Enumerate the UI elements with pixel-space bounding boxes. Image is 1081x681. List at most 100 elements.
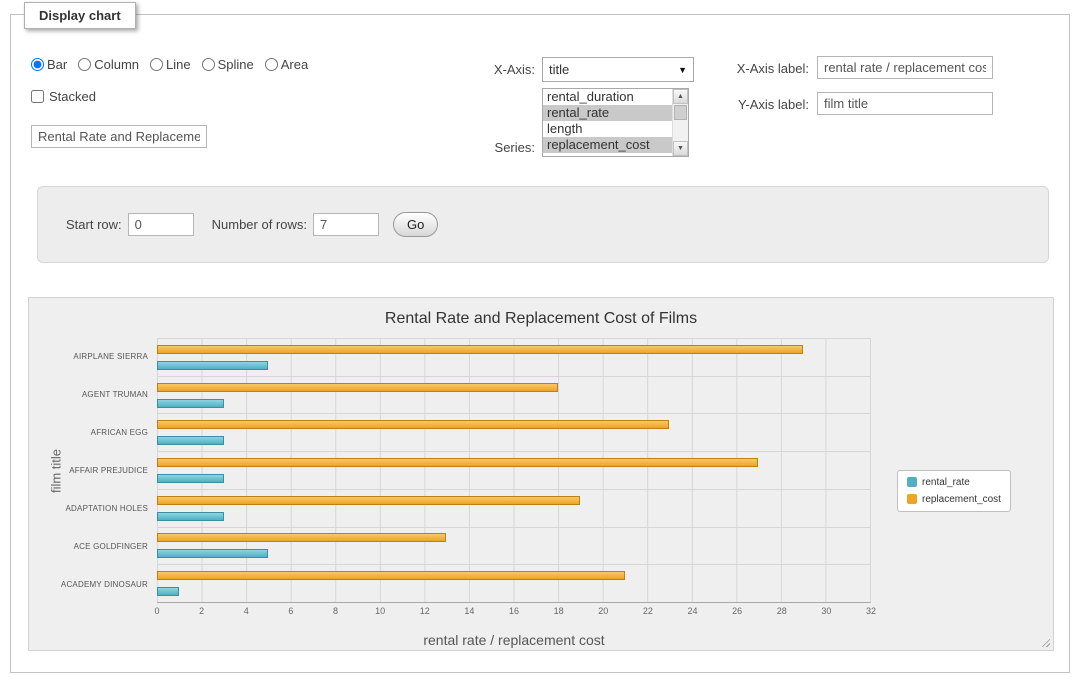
rows-panel: Start row: Number of rows: Go bbox=[37, 186, 1049, 263]
y-category-label: AFFAIR PREJUDICE bbox=[71, 452, 157, 490]
stacked-option[interactable]: Stacked bbox=[31, 89, 96, 104]
chart-type-area[interactable]: Area bbox=[265, 57, 308, 72]
y-category-label: ACADEMY DINOSAUR bbox=[71, 565, 157, 603]
chart-type-label: Spline bbox=[218, 57, 254, 72]
bar-replacement_cost bbox=[157, 458, 758, 467]
bar-rental_rate bbox=[157, 399, 224, 408]
x-tick-label: 32 bbox=[866, 606, 876, 616]
y-axis-label-input[interactable] bbox=[817, 92, 993, 115]
fieldset-legend: Display chart bbox=[24, 2, 136, 29]
chart-legend: rental_rate replacement_cost bbox=[897, 470, 1011, 512]
x-tick-label: 30 bbox=[821, 606, 831, 616]
chart-type-label: Line bbox=[166, 57, 191, 72]
bar-row bbox=[157, 414, 870, 452]
chart-type-radio[interactable] bbox=[31, 58, 44, 71]
y-category-label: AIRPLANE SIERRA bbox=[71, 338, 157, 376]
chart-type-label: Area bbox=[281, 57, 308, 72]
chart-type-line[interactable]: Line bbox=[150, 57, 191, 72]
series-option[interactable]: replacement_cost bbox=[543, 137, 672, 153]
bar-rental_rate bbox=[157, 436, 224, 445]
chart-title-input[interactable] bbox=[31, 125, 207, 148]
chart-type-group: Bar Column Line Spline Area bbox=[31, 57, 308, 72]
x-axis-title: rental rate / replacement cost bbox=[157, 632, 871, 648]
chart-type-radio[interactable] bbox=[202, 58, 215, 71]
x-tick-label: 26 bbox=[732, 606, 742, 616]
y-category-label: ACE GOLDFINGER bbox=[71, 527, 157, 565]
num-rows-label: Number of rows: bbox=[212, 217, 307, 232]
num-rows-input[interactable] bbox=[313, 213, 379, 236]
chart-type-label: Bar bbox=[47, 57, 67, 72]
x-axis-label-label: X-Axis label: bbox=[697, 61, 809, 76]
legend-label: replacement_cost bbox=[922, 494, 1001, 505]
bar-rental_rate bbox=[157, 474, 224, 483]
stacked-label: Stacked bbox=[49, 89, 96, 104]
bar-row bbox=[157, 490, 870, 528]
x-tick-label: 28 bbox=[777, 606, 787, 616]
x-tick-label: 8 bbox=[333, 606, 338, 616]
series-option[interactable]: rental_rate bbox=[543, 105, 672, 121]
chart-ylabels: AIRPLANE SIERRAAGENT TRUMANAFRICAN EGGAF… bbox=[71, 338, 157, 603]
y-axis-label-label: Y-Axis label: bbox=[697, 97, 809, 112]
bar-replacement_cost bbox=[157, 496, 580, 505]
x-tick-label: 6 bbox=[288, 606, 293, 616]
bar-replacement_cost bbox=[157, 345, 803, 354]
x-tick-label: 2 bbox=[199, 606, 204, 616]
bar-replacement_cost bbox=[157, 533, 446, 542]
legend-label: rental_rate bbox=[922, 477, 970, 488]
x-tick-label: 20 bbox=[598, 606, 608, 616]
chart-type-spline[interactable]: Spline bbox=[202, 57, 254, 72]
y-category-label: AFRICAN EGG bbox=[71, 414, 157, 452]
x-tick-label: 4 bbox=[244, 606, 249, 616]
x-tick-label: 16 bbox=[509, 606, 519, 616]
bar-rental_rate bbox=[157, 361, 268, 370]
x-tick-label: 24 bbox=[687, 606, 697, 616]
chart-type-radio[interactable] bbox=[150, 58, 163, 71]
go-button[interactable]: Go bbox=[393, 212, 438, 237]
bar-row bbox=[157, 377, 870, 415]
resize-grip[interactable] bbox=[1039, 636, 1050, 647]
x-tick-label: 10 bbox=[375, 606, 385, 616]
display-chart-fieldset: Display chart BarColumnLineSplineArea St… bbox=[10, 14, 1070, 673]
chart-xticks: 02468101214161820222426283032 bbox=[157, 606, 871, 620]
chart-panel: Rental Rate and Replacement Cost of Film… bbox=[28, 297, 1054, 651]
bar-replacement_cost bbox=[157, 383, 558, 392]
x-axis-select[interactable]: title ▼ bbox=[542, 57, 694, 82]
scrollbar-track[interactable] bbox=[673, 121, 688, 141]
legend-item[interactable]: replacement_cost bbox=[907, 494, 1001, 505]
bar-replacement_cost bbox=[157, 420, 669, 429]
series-option[interactable]: rental_duration bbox=[543, 89, 672, 105]
x-axis-selected-value: title bbox=[549, 62, 569, 77]
start-row-label: Start row: bbox=[66, 217, 122, 232]
y-axis-title: film title bbox=[49, 448, 64, 492]
bar-rental_rate bbox=[157, 587, 179, 596]
chart-type-radio[interactable] bbox=[265, 58, 278, 71]
legend-item[interactable]: rental_rate bbox=[907, 477, 1001, 488]
series-listbox[interactable]: rental_durationrental_ratelengthreplacem… bbox=[542, 88, 689, 157]
legend-col: rental_rate replacement_cost bbox=[871, 338, 1039, 603]
x-axis-label-input[interactable] bbox=[817, 56, 993, 79]
legend-swatch bbox=[907, 494, 917, 504]
y-category-label: AGENT TRUMAN bbox=[71, 376, 157, 414]
series-option[interactable]: length bbox=[543, 121, 672, 137]
legend-swatch bbox=[907, 477, 917, 487]
chevron-down-icon: ▼ bbox=[678, 65, 687, 75]
start-row-input[interactable] bbox=[128, 213, 194, 236]
x-tick-label: 14 bbox=[464, 606, 474, 616]
stacked-checkbox[interactable] bbox=[31, 90, 44, 103]
scrollbar-thumb[interactable] bbox=[674, 105, 687, 120]
series-label: Series: bbox=[431, 140, 535, 155]
chart-type-radio[interactable] bbox=[78, 58, 91, 71]
chart-type-column[interactable]: Column bbox=[78, 57, 139, 72]
scroll-down-icon[interactable]: ▼ bbox=[673, 141, 688, 156]
chart-rows bbox=[157, 338, 871, 603]
x-axis-select-label: X-Axis: bbox=[431, 62, 535, 77]
x-tick-label: 22 bbox=[643, 606, 653, 616]
bar-rental_rate bbox=[157, 549, 268, 558]
series-scrollbar[interactable]: ▲ ▼ bbox=[672, 89, 688, 156]
chart-type-bar[interactable]: Bar bbox=[31, 57, 67, 72]
bar-rental_rate bbox=[157, 512, 224, 521]
y-category-label: ADAPTATION HOLES bbox=[71, 489, 157, 527]
scroll-up-icon[interactable]: ▲ bbox=[673, 89, 688, 104]
bar-row bbox=[157, 565, 870, 602]
bar-row bbox=[157, 528, 870, 566]
